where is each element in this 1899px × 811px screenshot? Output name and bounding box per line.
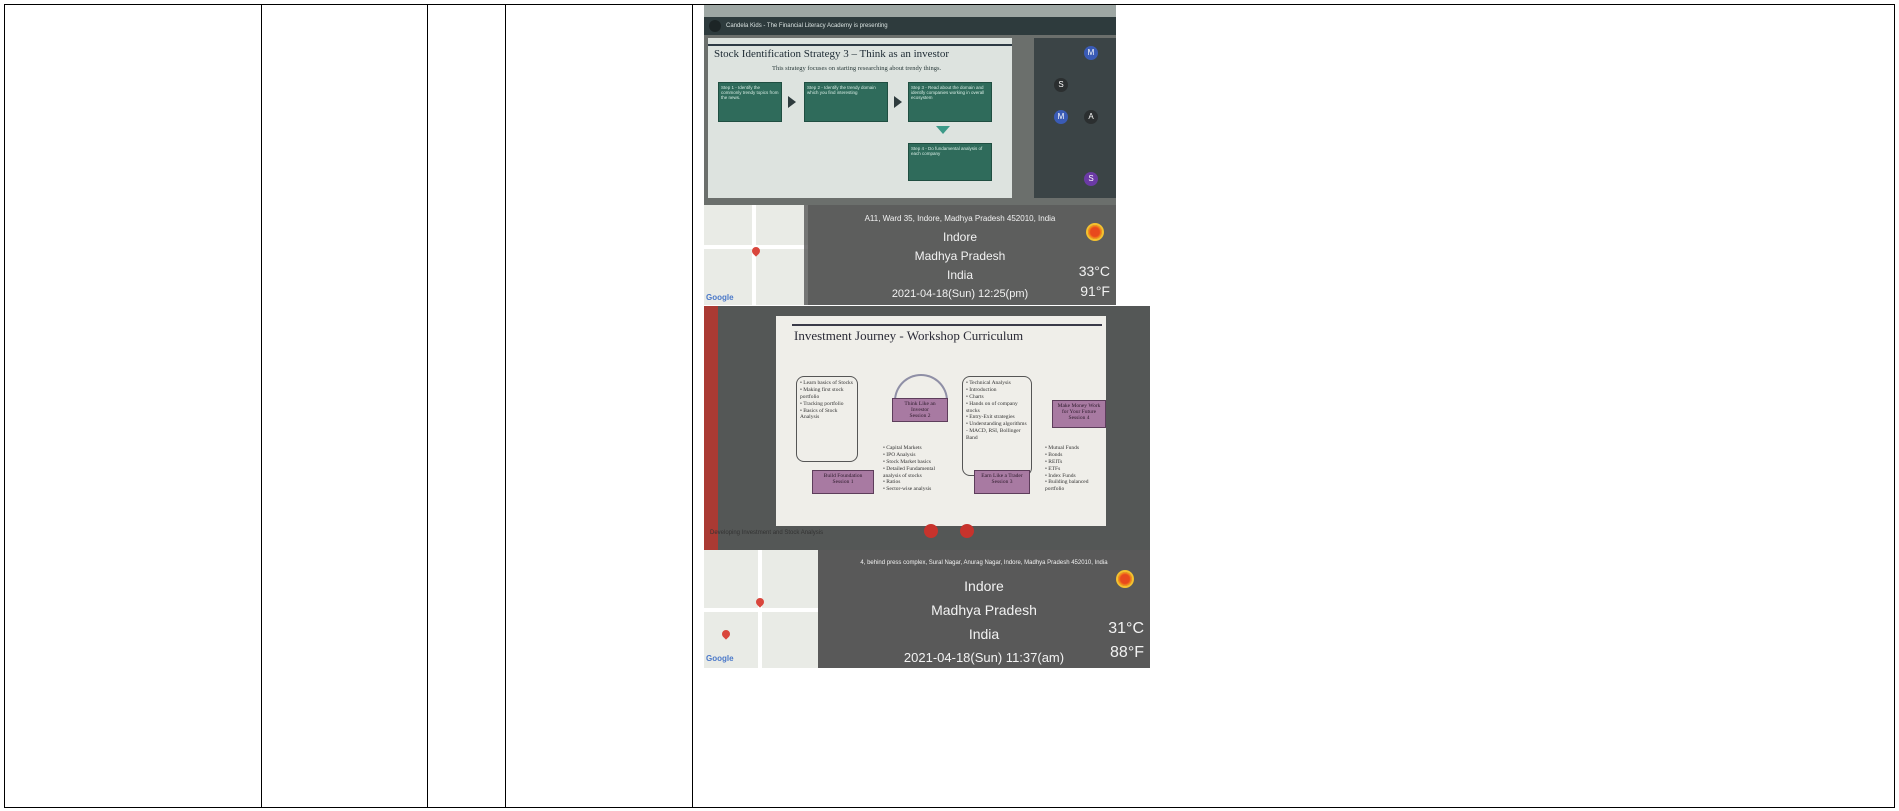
participant-avatar: M [1084, 46, 1098, 60]
geotag-overlay: 4, behind press complex, Sural Nagar, An… [818, 550, 1150, 668]
participant-avatar: S [1054, 78, 1068, 92]
session-box: Make Money Work for Your Future Session … [1052, 400, 1106, 428]
sun-icon [1118, 572, 1132, 586]
arrow-right-icon [788, 96, 796, 108]
location-map: Google [704, 205, 808, 305]
meeting-title: Candela Kids - The Financial Literacy Ac… [726, 23, 888, 29]
session-label: Make Money Work for Your Future [1057, 403, 1101, 415]
table-column-border [261, 4, 262, 808]
curriculum-box: • Capital Markets • IPO Analysis • Stock… [883, 445, 936, 493]
meeting-header: Candela Kids - The Financial Literacy Ac… [704, 17, 1116, 35]
arrow-right-icon [894, 96, 902, 108]
participant-avatar: M [1054, 110, 1068, 124]
meeting-sidebar-strip [704, 306, 718, 550]
end-call-icon [960, 524, 974, 538]
session-number: Session 1 [832, 479, 854, 485]
slide-title: Stock Identification Strategy 3 – Think … [714, 48, 950, 60]
temperature-celsius: 31°C [1108, 620, 1144, 637]
presentation-slide: Investment Journey - Workshop Curriculum… [776, 316, 1106, 526]
presentation-slide: Stock Identification Strategy 3 – Think … [708, 38, 1012, 198]
session-box: Build Foundation Session 1 [812, 470, 874, 494]
meeting-footer-title: Developing Investment and Stock Analysis [710, 530, 824, 536]
curriculum-box: • Mutual Funds • Bonds • REITs • ETFs • … [1045, 445, 1089, 493]
map-pin-icon [754, 596, 766, 608]
mute-mic-icon [924, 524, 938, 538]
table-bottom-border [4, 807, 1894, 808]
participant-avatar: A [1084, 110, 1098, 124]
meet-logo-icon [709, 20, 721, 32]
temperature-fahrenheit: 91°F [1080, 283, 1110, 299]
geotag-overlay: A11, Ward 35, Indore, Madhya Pradesh 452… [804, 205, 1116, 305]
session-box: Earn Like a Trader Session 3 [974, 470, 1030, 494]
table-column-border [692, 4, 693, 808]
sun-icon [1088, 225, 1102, 239]
geotag-state: Madhya Pradesh [914, 249, 1006, 263]
temperature-celsius: 33°C [1078, 263, 1110, 279]
session-number: Session 3 [991, 479, 1013, 485]
slide-top-rule [792, 324, 1102, 326]
geotag-datetime: 2021-04-18(Sun) 11:37(am) [903, 650, 1065, 665]
participants-panel: M S M A S [1034, 38, 1116, 198]
geotag-country: India [946, 268, 974, 282]
table-column-border [1894, 4, 1895, 808]
temperature-fahrenheit: 88°F [1110, 644, 1144, 661]
session-number: Session 4 [1068, 415, 1090, 421]
curriculum-box: • Learn basics of Stocks • Making first … [796, 376, 858, 462]
slide-top-rule [708, 44, 1012, 46]
evidence-photo-curriculum-slide: Investment Journey - Workshop Curriculum… [704, 306, 1150, 668]
session-label: Think Like an Investor [904, 401, 936, 413]
arrow-down-icon [936, 126, 950, 134]
location-map: Google [704, 550, 818, 668]
browser-address-bar [704, 5, 1116, 17]
table-column-border [505, 4, 506, 808]
curriculum-box: • Technical Analysis • Introduction • Ch… [962, 376, 1032, 476]
step-box: Step 1 - Identify the commonly trendy to… [718, 82, 782, 122]
map-road [758, 550, 762, 668]
step-box: Step 2 - Identify the trendy domain whic… [804, 82, 888, 122]
evidence-photo-strategy-slide: Candela Kids - The Financial Literacy Ac… [704, 5, 1116, 305]
geotag-address: 4, behind press complex, Sural Nagar, An… [860, 560, 1108, 566]
step-box: Step 3 - Read about the domain and ident… [908, 82, 992, 122]
table-column-border [4, 4, 5, 808]
geotag-datetime: 2021-04-18(Sun) 12:25(pm) [891, 288, 1029, 300]
table-column-border [427, 4, 428, 808]
session-number: Session 2 [909, 413, 931, 419]
geotag-country: India [968, 626, 1000, 642]
slide-title: Investment Journey - Workshop Curriculum [794, 328, 1024, 343]
step-box: Step 4 - Do fundamental analysis of each… [908, 143, 992, 181]
google-logo: Google [706, 293, 734, 302]
geotag-city: Indore [964, 578, 1004, 594]
slide-subtitle: This strategy focuses on starting resear… [772, 65, 942, 72]
geotag-state: Madhya Pradesh [931, 602, 1037, 618]
geotag-city: Indore [942, 230, 978, 244]
geotag-address: A11, Ward 35, Indore, Madhya Pradesh 452… [864, 214, 1056, 223]
session-box: Think Like an Investor Session 2 [892, 398, 948, 422]
google-logo: Google [706, 654, 734, 663]
map-pin-icon [720, 628, 732, 640]
participant-avatar: S [1084, 172, 1098, 186]
